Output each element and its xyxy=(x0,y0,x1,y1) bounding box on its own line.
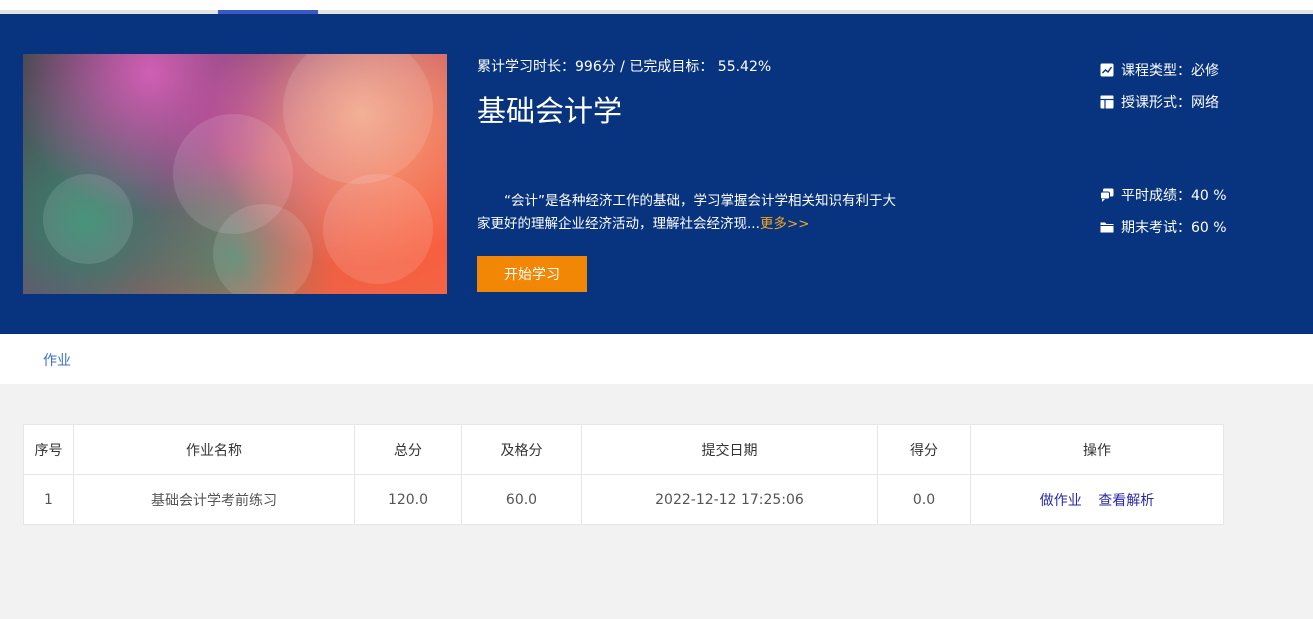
chart-icon xyxy=(1100,63,1114,77)
course-type: 课程类型：必修 xyxy=(1100,60,1219,80)
cell-ops: 做作业 查看解析 xyxy=(970,474,1224,525)
course-cover-image xyxy=(23,54,447,294)
header-score: 得分 xyxy=(877,424,971,475)
course-title: 基础会计学 xyxy=(477,94,623,128)
header-name: 作业名称 xyxy=(73,424,355,475)
view-analysis-link[interactable]: 查看解析 xyxy=(1098,493,1154,509)
top-nav-strip xyxy=(0,0,1313,14)
course-description: “会计”是各种经济工作的基础，学习掌握会计学相关知识有利于大家更好的理解企业经济… xyxy=(477,190,907,236)
regular-score-label: 平时成绩：40 % xyxy=(1121,188,1227,204)
study-progress-text: 累计学习时长：996分 / 已完成目标： 55.42% xyxy=(477,59,772,75)
content-tab-bar: 作业 xyxy=(0,334,1313,384)
course-format-label: 授课形式：网络 xyxy=(1121,95,1219,111)
cell-name: 基础会计学考前练习 xyxy=(73,474,355,525)
course-description-text: “会计”是各种经济工作的基础，学习掌握会计学相关知识有利于大家更好的理解企业经济… xyxy=(477,193,896,232)
cell-passing: 60.0 xyxy=(461,474,582,525)
chat-icon xyxy=(1100,188,1114,202)
course-type-label: 课程类型：必修 xyxy=(1121,63,1219,79)
more-link[interactable]: 更多>> xyxy=(760,216,810,232)
table-row: 1 基础会计学考前练习 120.0 60.0 2022-12-12 17:25:… xyxy=(23,474,1224,525)
course-banner: 累计学习时长：996分 / 已完成目标： 55.42% 基础会计学 “会计”是各… xyxy=(0,14,1313,334)
cell-index: 1 xyxy=(23,474,74,525)
header-passing: 及格分 xyxy=(461,424,582,475)
tab-homework[interactable]: 作业 xyxy=(43,350,71,370)
regular-score: 平时成绩：40 % xyxy=(1100,185,1227,205)
final-exam: 期末考试：60 % xyxy=(1100,217,1227,237)
header-total: 总分 xyxy=(354,424,462,475)
start-learning-button[interactable]: 开始学习 xyxy=(477,256,587,292)
table-icon xyxy=(1100,95,1114,109)
homework-table-container: 序号 作业名称 总分 及格分 提交日期 得分 操作 1 基础会计学考前练习 12… xyxy=(23,424,1224,525)
table-header-row: 序号 作业名称 总分 及格分 提交日期 得分 操作 xyxy=(23,424,1224,475)
do-homework-link[interactable]: 做作业 xyxy=(1040,493,1082,509)
final-exam-label: 期末考试：60 % xyxy=(1121,220,1227,236)
header-date: 提交日期 xyxy=(581,424,878,475)
cell-date: 2022-12-12 17:25:06 xyxy=(581,474,878,525)
homework-table: 序号 作业名称 总分 及格分 提交日期 得分 操作 1 基础会计学考前练习 12… xyxy=(23,424,1224,525)
course-format: 授课形式：网络 xyxy=(1100,92,1219,112)
header-index: 序号 xyxy=(23,424,74,475)
folder-icon xyxy=(1100,222,1114,233)
cell-total: 120.0 xyxy=(354,474,462,525)
header-ops: 操作 xyxy=(970,424,1224,475)
cell-score: 0.0 xyxy=(877,474,971,525)
